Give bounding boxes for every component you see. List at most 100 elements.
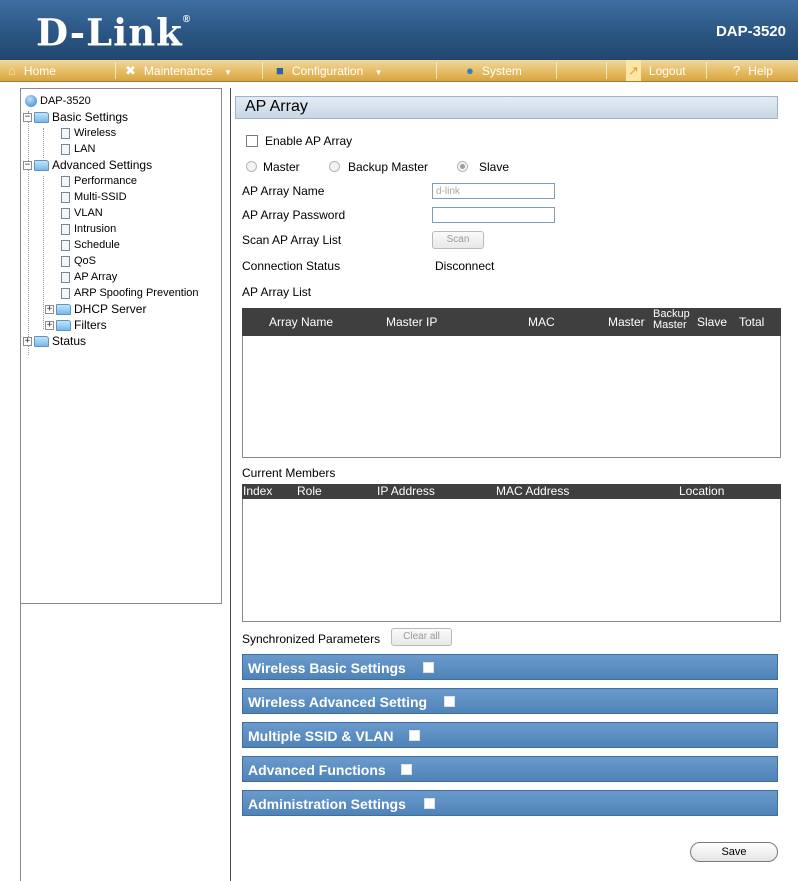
col-role: Role: [297, 484, 322, 498]
collapse-icon[interactable]: −: [23, 161, 32, 171]
page-icon: [61, 239, 70, 251]
home-icon: ⌂: [8, 63, 16, 78]
page-icon: [61, 207, 70, 219]
radio-backup-master[interactable]: [329, 161, 340, 172]
page-title: AP Array: [245, 98, 308, 115]
col-mac-address: MAC Address: [496, 484, 570, 498]
sidebar-item-qos[interactable]: QoS: [61, 254, 96, 269]
clear-all-button[interactable]: Clear all: [391, 628, 452, 646]
scan-ap-array-label: Scan AP Array List: [242, 233, 342, 247]
col-mac: MAC: [528, 315, 555, 329]
section-advanced-functions[interactable]: Advanced Functions: [242, 756, 778, 782]
section-administration[interactable]: Administration Settings: [242, 790, 778, 816]
ap-array-list-body: [242, 336, 781, 458]
expand-icon[interactable]: +: [23, 337, 32, 347]
ap-array-password-input[interactable]: [432, 207, 555, 223]
section-multiple-ssid-vlan[interactable]: Multiple SSID & VLAN: [242, 722, 778, 748]
nav-system[interactable]: ● System: [466, 60, 522, 81]
page-icon: [61, 127, 70, 139]
connection-status-value: Disconnect: [435, 259, 495, 273]
sync-params-label: Synchronized Parameters: [242, 632, 381, 646]
sidebar-item-ap-array[interactable]: AP Array: [61, 270, 117, 285]
expand-icon[interactable]: +: [45, 305, 54, 315]
collapse-icon[interactable]: −: [23, 113, 32, 123]
wireless-basic-checkbox[interactable]: [423, 662, 434, 673]
main-panel: AP Array Enable AP Array Master Backup M…: [232, 88, 798, 881]
network-icon: [25, 95, 37, 108]
radio-backup-master-label: Backup Master: [348, 160, 429, 174]
section-wireless-advanced[interactable]: Wireless Advanced Setting: [242, 688, 778, 714]
enable-ap-array-label: Enable AP Array: [265, 134, 353, 148]
col-total: Total: [739, 315, 765, 329]
col-backup-master: Backup Master: [653, 308, 690, 331]
nav-help[interactable]: ? Help: [733, 60, 773, 81]
logout-icon: ↗: [626, 60, 641, 81]
folder-open-icon: [34, 160, 49, 172]
connection-status-label: Connection Status: [242, 259, 341, 273]
radio-slave[interactable]: [457, 161, 468, 172]
folder-open-icon: [34, 112, 49, 124]
current-members-header: Index Role IP Address MAC Address Locati…: [242, 484, 781, 499]
frame-divider: [230, 88, 231, 881]
page-icon: [61, 255, 70, 267]
sidebar-item-arp-spoofing[interactable]: ARP Spoofing Prevention: [61, 286, 199, 301]
nav-logout[interactable]: ↗ Logout: [626, 60, 686, 81]
radio-master-label: Master: [263, 160, 300, 174]
sidebar-item-intrusion[interactable]: Intrusion: [61, 222, 116, 237]
chevron-down-icon: ▼: [223, 68, 232, 77]
page-icon: [61, 271, 70, 283]
floppy-disk-icon: ■: [276, 63, 284, 78]
tree-status[interactable]: + Status: [23, 334, 86, 349]
sidebar-item-vlan[interactable]: VLAN: [61, 206, 103, 221]
chevron-down-icon: ▼: [374, 68, 383, 77]
tree-advanced-settings[interactable]: − Advanced Settings: [23, 158, 152, 173]
page-icon: [61, 143, 70, 155]
current-members-label: Current Members: [242, 466, 336, 480]
enable-ap-array-checkbox[interactable]: [246, 135, 258, 147]
page-icon: [61, 191, 70, 203]
sidebar-item-schedule[interactable]: Schedule: [61, 238, 120, 253]
page-icon: [61, 223, 70, 235]
sidebar-item-filters[interactable]: + Filters: [45, 318, 107, 333]
radio-slave-label: Slave: [479, 160, 510, 174]
sidebar-item-wireless[interactable]: Wireless: [61, 126, 116, 141]
globe-icon: ●: [466, 63, 474, 78]
page-icon: [61, 287, 70, 299]
ap-array-name-input[interactable]: [432, 183, 555, 199]
top-nav: ⌂ Home ✖ Maintenance ▼ ■ Configuration ▼ ● S…: [0, 60, 798, 82]
save-button[interactable]: Save: [690, 842, 778, 862]
col-master-ip: Master IP: [386, 315, 438, 329]
tools-icon: ✖: [125, 63, 136, 78]
left-frame-border: [20, 604, 21, 881]
tree-basic-settings[interactable]: − Basic Settings: [23, 110, 128, 125]
nav-home[interactable]: ⌂ Home: [8, 60, 56, 81]
sidebar-item-dhcp-server[interactable]: + DHCP Server: [45, 302, 146, 317]
advanced-functions-checkbox[interactable]: [401, 764, 412, 775]
sidebar-item-multi-ssid[interactable]: Multi-SSID: [61, 190, 127, 205]
col-array-name: Array Name: [269, 315, 334, 329]
current-members-body: [242, 499, 781, 622]
col-master: Master: [608, 315, 645, 329]
nav-maintenance[interactable]: ✖ Maintenance ▼: [125, 60, 232, 81]
model-name: DAP-3520: [715, 23, 786, 40]
tree-root[interactable]: DAP-3520: [25, 94, 91, 109]
folder-icon: [34, 336, 49, 348]
scan-button[interactable]: Scan: [432, 231, 484, 249]
radio-master[interactable]: [246, 161, 257, 172]
multiple-ssid-vlan-checkbox[interactable]: [409, 730, 420, 741]
sidebar-item-lan[interactable]: LAN: [61, 142, 95, 157]
sidebar-tree: DAP-3520 − Basic Settings Wireless LAN − A…: [20, 88, 222, 604]
dlink-logo: D-Link®: [36, 10, 192, 55]
page-icon: [61, 175, 70, 187]
sidebar-item-performance[interactable]: Performance: [61, 174, 137, 189]
administration-checkbox[interactable]: [424, 798, 435, 809]
wireless-advanced-checkbox[interactable]: [444, 696, 455, 707]
ap-array-list-label: AP Array List: [242, 285, 312, 299]
ap-array-name-label: AP Array Name: [242, 184, 325, 198]
nav-configuration[interactable]: ■ Configuration ▼: [276, 60, 383, 81]
ap-array-password-label: AP Array Password: [242, 208, 346, 222]
col-location: Location: [679, 484, 725, 498]
section-wireless-basic[interactable]: Wireless Basic Settings: [242, 654, 778, 680]
col-index: Index: [243, 484, 273, 498]
expand-icon[interactable]: +: [45, 321, 54, 331]
